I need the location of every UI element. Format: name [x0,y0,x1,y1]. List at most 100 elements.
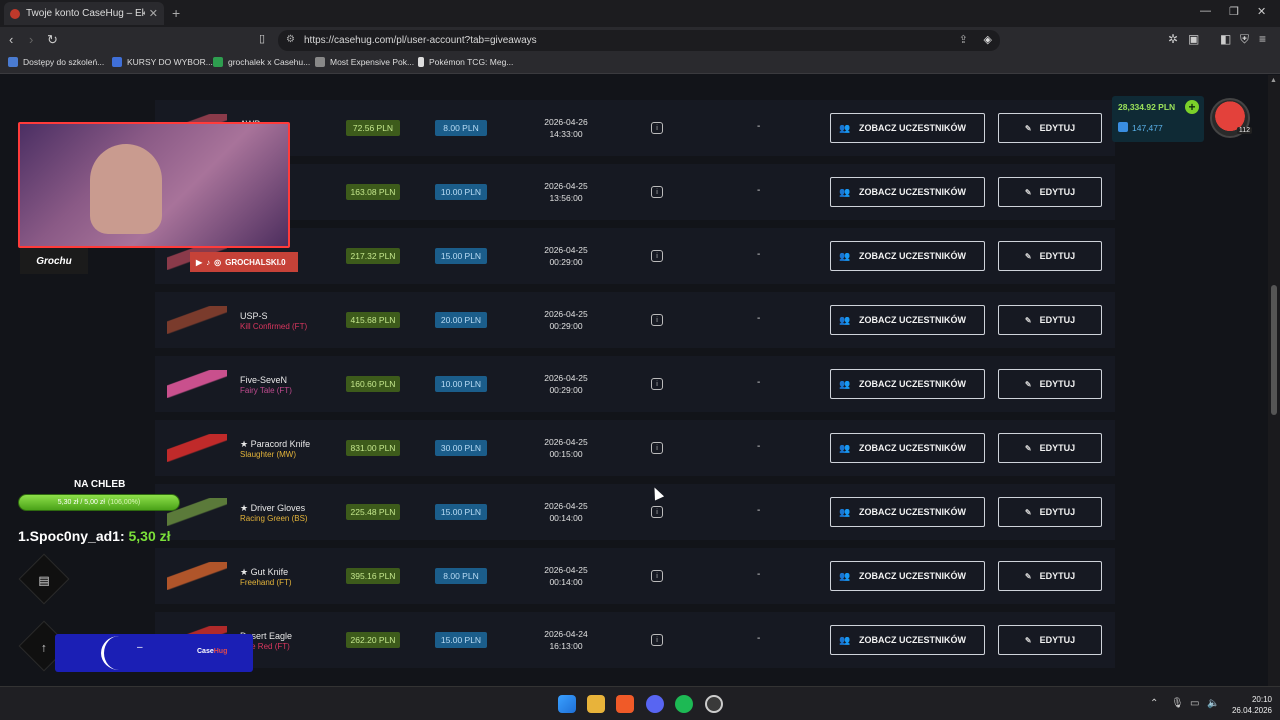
date-text: 2026-04-25 [544,565,588,575]
info-icon[interactable]: i [651,186,663,198]
view-participants-label: ZOBACZ UCZESTNIKÓW [859,570,966,581]
edit-button[interactable]: ✎ EDYTUJ [998,561,1102,591]
date-text: 2026-04-25 [544,501,588,511]
view-participants-button[interactable]: 👥 ZOBACZ UCZESTNIKÓW [830,113,985,143]
address-bar[interactable]: ⚙ https://casehug.com/pl/user-account?ta… [278,30,1000,51]
info-icon[interactable]: i [651,634,663,646]
users-icon: 👥 [839,634,851,645]
item-price-badge: 395.16 PLN [346,568,400,584]
edit-button[interactable]: ✎ EDYTUJ [998,305,1102,335]
pencil-icon: ✎ [1024,507,1032,517]
reload-icon[interactable]: ↻ [47,32,58,48]
webcam-overlay [18,122,290,248]
info-icon[interactable]: i [651,250,663,262]
extensions-icon[interactable]: ✲ [1168,32,1178,46]
share-icon[interactable]: ⇪ [959,33,968,46]
scrollbar-thumb[interactable] [1271,285,1277,415]
entry-price-badge: 20.00 PLN [435,312,487,328]
time-text: 00:15:00 [549,449,583,459]
back-icon[interactable]: ‹ [9,32,13,47]
volume-icon[interactable]: 🔈 [1207,698,1219,709]
giveaway-date: 2026-04-25 00:14:00 [525,500,607,524]
close-window-icon[interactable]: ✕ [1257,5,1266,18]
time-text: 16:13:00 [549,641,583,651]
tray-chevron-icon[interactable]: ⌃ [1150,698,1158,709]
new-tab-button[interactable]: + [172,5,180,21]
info-icon[interactable]: i [651,122,663,134]
info-icon[interactable]: i [651,570,663,582]
app-icon[interactable] [705,695,723,713]
streamer-bar: Grochu ▶ ♪ ◎ GROCHALSKI.0 [18,248,298,274]
browser-tab[interactable]: Twoje konto CaseHug – Ekwipun ✕ [4,2,164,25]
microphone-icon[interactable]: 🎙 [1171,698,1184,709]
bookmark-item[interactable]: Most Expensive Pok... [315,57,414,67]
giveaway-date: 2026-04-26 14:33:00 [525,116,607,140]
edit-label: EDYTUJ [1039,123,1076,133]
view-participants-button[interactable]: 👥 ZOBACZ UCZESTNIKÓW [830,177,985,207]
view-participants-button[interactable]: 👥 ZOBACZ UCZESTNIKÓW [830,241,985,271]
date-text: 2026-04-25 [544,437,588,447]
giveaway-row: Five-SeveN Fairy Tale (FT) 160.60 PLN 10… [155,356,1115,412]
windows-start-icon[interactable] [558,695,576,713]
info-icon[interactable]: i [651,314,663,326]
avatar[interactable]: 112 [1210,98,1252,138]
scroll-up-icon[interactable]: ▲ [1270,77,1277,84]
scrollbar[interactable]: ▲ [1268,75,1280,686]
minimize-icon[interactable]: — [1200,5,1211,17]
add-funds-button[interactable]: + [1185,100,1199,114]
brave-browser-icon[interactable] [616,695,634,713]
info-icon[interactable]: i [651,442,663,454]
spotify-icon[interactable] [675,695,693,713]
winner-value: - [757,441,761,452]
view-participants-button[interactable]: 👥 ZOBACZ UCZESTNIKÓW [830,497,985,527]
bookmark-favicon-icon [112,57,122,67]
swoosh-graphic [101,636,137,670]
edit-button[interactable]: ✎ EDYTUJ [998,497,1102,527]
info-icon[interactable]: i [651,506,663,518]
vpn-icon[interactable]: ⛨ [1240,32,1249,47]
edit-button[interactable]: ✎ EDYTUJ [998,113,1102,143]
site-settings-icon[interactable]: ⚙ [286,34,295,45]
item-skin: Freehand (FT) [240,578,292,587]
bookmark-item[interactable]: Dostępy do szkoleń... [8,57,104,67]
view-participants-button[interactable]: 👥 ZOBACZ UCZESTNIKÓW [830,433,985,463]
edit-button[interactable]: ✎ EDYTUJ [998,369,1102,399]
giveaway-date: 2026-04-25 00:14:00 [525,564,607,588]
bookmark-item[interactable]: Pokémon TCG: Meg... [418,57,513,67]
display-icon[interactable]: ▭ [1190,698,1199,709]
file-explorer-icon[interactable] [587,695,605,713]
system-clock[interactable]: 20:10 26.04.2026 [1228,694,1272,716]
edit-label: EDYTUJ [1039,187,1076,197]
bookmark-icon[interactable]: ▯ [259,32,265,45]
giveaway-date: 2026-04-25 00:29:00 [525,308,607,332]
goal-text: 5,30 zł / 5,00 zł [57,499,105,506]
edit-button[interactable]: ✎ EDYTUJ [998,433,1102,463]
date-text: 2026-04-24 [544,629,588,639]
item-price-badge: 262.20 PLN [346,632,400,648]
users-icon: 👥 [839,250,851,261]
edit-button[interactable]: ✎ EDYTUJ [998,241,1102,271]
users-icon: 👥 [839,442,851,453]
view-participants-button[interactable]: 👥 ZOBACZ UCZESTNIKÓW [830,625,985,655]
info-icon[interactable]: i [651,378,663,390]
maximize-icon[interactable]: ❐ [1229,5,1239,18]
tab-close-icon[interactable]: ✕ [149,7,158,20]
edit-label: EDYTUJ [1039,635,1076,645]
sidebar-icon[interactable]: ◧ [1220,32,1231,46]
view-participants-button[interactable]: 👥 ZOBACZ UCZESTNIKÓW [830,305,985,335]
gem-icon [1118,122,1128,132]
item-price-badge: 831.00 PLN [346,440,400,456]
view-participants-label: ZOBACZ UCZESTNIKÓW [859,506,966,517]
brave-shield-icon[interactable]: ◈ [984,33,992,46]
view-participants-button[interactable]: 👥 ZOBACZ UCZESTNIKÓW [830,369,985,399]
edit-button[interactable]: ✎ EDYTUJ [998,625,1102,655]
bookmark-item[interactable]: grochalek x Casehu... [213,57,310,67]
view-participants-button[interactable]: 👥 ZOBACZ UCZESTNIKÓW [830,561,985,591]
edit-button[interactable]: ✎ EDYTUJ [998,177,1102,207]
item-image [167,306,227,334]
bookmark-item[interactable]: KURSY DO WYBOR... [112,57,213,67]
wallet-icon[interactable]: ▣ [1188,32,1199,46]
menu-icon[interactable]: ≡ [1259,32,1266,46]
forward-icon[interactable]: › [29,32,33,47]
discord-icon[interactable] [646,695,664,713]
